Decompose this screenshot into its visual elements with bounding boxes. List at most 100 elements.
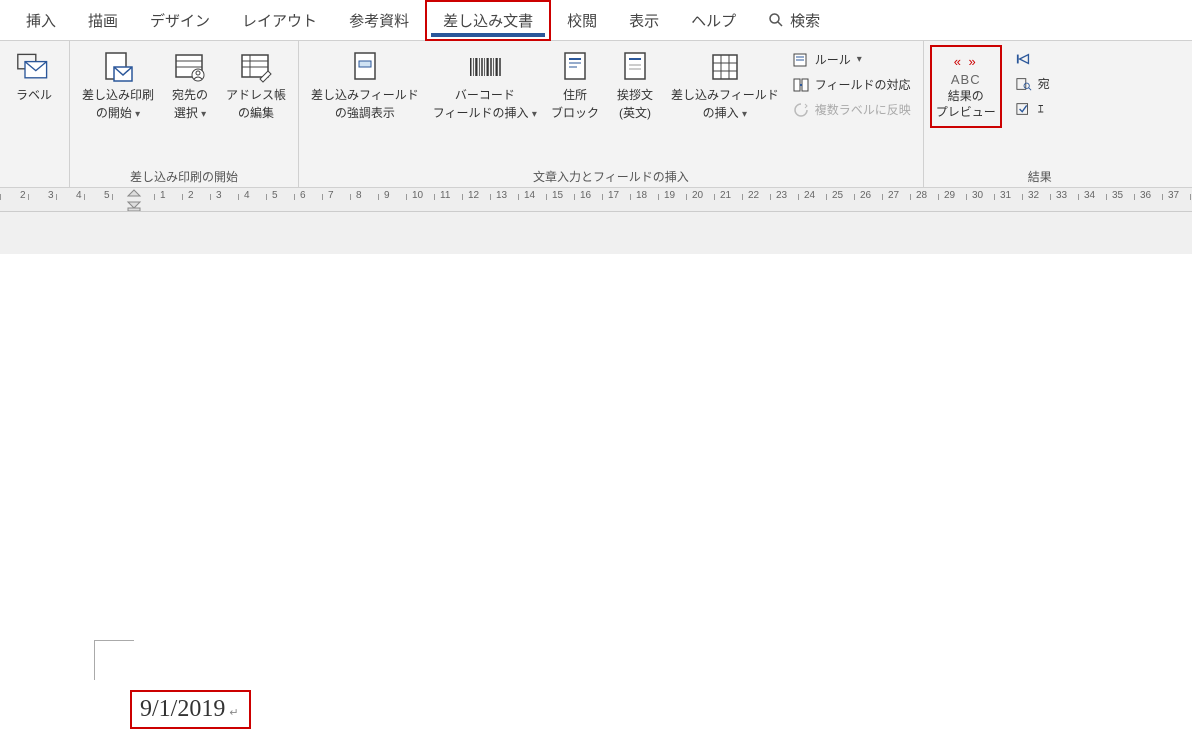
- group-write-label: 文章入力とフィールドの挿入: [305, 166, 917, 185]
- ruler-tick: 20: [692, 190, 703, 201]
- address-block-label-l2: ブロック: [551, 105, 599, 121]
- ruler-tick: 16: [580, 190, 591, 201]
- match-fields-icon: [793, 77, 809, 93]
- edit-recipients-label-l2: の編集: [238, 105, 274, 121]
- barcode-icon: [467, 49, 503, 85]
- highlight-merge-fields-button[interactable]: 差し込みフィールド の強調表示: [305, 45, 425, 125]
- search-button[interactable]: 検索: [752, 2, 836, 39]
- tab-review[interactable]: 校閲: [551, 2, 613, 39]
- preview-abc-label: ABC: [951, 71, 981, 89]
- ruler-tick: 24: [804, 190, 815, 201]
- tab-draw[interactable]: 描画: [72, 2, 134, 39]
- find-recipient-label: 宛: [1038, 75, 1050, 92]
- ruler-tick: 7: [328, 190, 334, 201]
- ruler-tick: 15: [552, 190, 563, 201]
- select-recipients-icon: [172, 49, 208, 85]
- select-recipients-button[interactable]: 宛先の 選択 ▾: [162, 45, 218, 126]
- tab-layout[interactable]: レイアウト: [226, 2, 333, 39]
- ribbon: ラベル 差し込み印刷 の開始 ▾ 宛先の 選択 ▾: [0, 40, 1192, 188]
- tab-design[interactable]: デザイン: [134, 2, 226, 39]
- tab-view[interactable]: 表示: [613, 2, 675, 39]
- search-icon: [768, 12, 784, 28]
- ruler-tick: 32: [1028, 190, 1039, 201]
- preview-label-l1: 結果の: [948, 88, 984, 104]
- address-block-label-l1: 住所: [563, 87, 587, 103]
- edit-recipients-button[interactable]: アドレス帳 の編集: [220, 45, 292, 125]
- ruler-tick: 26: [860, 190, 871, 201]
- labels-button[interactable]: ラベル: [6, 45, 62, 107]
- start-mail-merge-label-l2: の開始: [96, 106, 132, 120]
- group-start-label: 差し込み印刷の開始: [76, 166, 292, 185]
- preview-chevrons-icon: « »: [954, 53, 978, 71]
- preview-results-button[interactable]: « » ABC 結果の プレビュー: [930, 45, 1002, 128]
- address-block-button[interactable]: 住所 ブロック: [545, 45, 605, 125]
- ruler-tick: 28: [916, 190, 927, 201]
- ruler-tick: 1: [160, 190, 166, 201]
- ruler-tick: 4: [76, 190, 82, 201]
- select-recipients-label-l1: 宛先の: [172, 87, 208, 103]
- chevron-down-icon: ▾: [201, 109, 206, 120]
- ruler-tick: 8: [356, 190, 362, 201]
- edit-recipients-icon: [238, 49, 274, 85]
- ruler-tick: 23: [776, 190, 787, 201]
- ruler-tick: 12: [468, 190, 479, 201]
- rules-icon: [793, 52, 809, 68]
- group-create-label: [6, 169, 63, 185]
- insert-merge-field-button[interactable]: 差し込みフィールド の挿入 ▾: [665, 45, 785, 126]
- ribbon-group-write-insert: 差し込みフィールド の強調表示 バーコード フィールドの挿入 ▾: [299, 41, 924, 187]
- highlight-merge-fields-label-l2: の強調表示: [335, 105, 395, 121]
- ruler-tick: 27: [888, 190, 899, 201]
- ruler-tick: 11: [440, 190, 450, 201]
- start-mail-merge-button[interactable]: 差し込み印刷 の開始 ▾: [76, 45, 160, 126]
- insert-merge-field-icon: [707, 49, 743, 85]
- document-canvas[interactable]: 9/1/2019 ↵: [0, 212, 1192, 753]
- tab-mailings[interactable]: 差し込み文書: [425, 0, 551, 41]
- greeting-line-label-l1: 挨拶文: [617, 87, 653, 103]
- start-mail-merge-label-l1: 差し込み印刷: [82, 87, 154, 103]
- indent-marker-icon[interactable]: [126, 188, 142, 212]
- tab-help[interactable]: ヘルプ: [675, 2, 752, 39]
- ruler-tick: 17: [608, 190, 619, 201]
- check-errors-button[interactable]: ｴ: [1012, 98, 1054, 119]
- barcode-field-button[interactable]: バーコード フィールドの挿入 ▾: [427, 45, 543, 126]
- ribbon-group-preview: « » ABC 結果の プレビュー 宛: [924, 41, 1062, 187]
- greeting-line-icon: [617, 49, 653, 85]
- first-record-icon: [1016, 51, 1032, 67]
- ruler-tick: 37: [1168, 190, 1179, 201]
- insert-merge-field-label-l1: 差し込みフィールド: [671, 87, 779, 103]
- ruler-tick: 4: [244, 190, 250, 201]
- ruler-tick: 25: [832, 190, 843, 201]
- tab-insert[interactable]: 挿入: [10, 2, 72, 39]
- update-labels-button: 複数ラベルに反映: [789, 99, 915, 120]
- chevron-down-icon: ▾: [742, 109, 747, 120]
- check-errors-icon: [1016, 101, 1032, 117]
- ribbon-group-start-merge: 差し込み印刷 の開始 ▾ 宛先の 選択 ▾ アドレス帳 の編集 差し込み印刷の開…: [70, 41, 299, 187]
- match-fields-label: フィールドの対応: [815, 76, 911, 93]
- ruler-tick: 22: [748, 190, 759, 201]
- match-fields-button[interactable]: フィールドの対応: [789, 74, 915, 95]
- chevron-down-icon: ▾: [532, 109, 537, 120]
- ruler-tick: 5: [272, 190, 278, 201]
- find-recipient-button[interactable]: 宛: [1012, 73, 1054, 94]
- rules-label: ルール: [815, 51, 851, 68]
- ruler-tick: 5: [104, 190, 110, 201]
- preview-label-l2: プレビュー: [936, 104, 996, 120]
- ruler-tick: 9: [384, 190, 390, 201]
- horizontal-ruler[interactable]: 5432112345678910111213141516171819202122…: [0, 188, 1192, 212]
- chevron-down-icon: ▾: [135, 109, 140, 120]
- check-errors-label: ｴ: [1038, 100, 1044, 117]
- document-page: [0, 254, 1192, 753]
- highlight-merge-fields-label-l1: 差し込みフィールド: [311, 87, 419, 103]
- tab-references[interactable]: 参考資料: [333, 2, 425, 39]
- rules-button[interactable]: ルール ▾: [789, 49, 915, 70]
- ruler-tick: 19: [664, 190, 675, 201]
- merge-field-date[interactable]: 9/1/2019 ↵: [130, 690, 251, 729]
- ruler-tick: 3: [216, 190, 222, 201]
- first-record-button[interactable]: [1012, 49, 1054, 69]
- insert-merge-field-label-l2: の挿入: [703, 106, 739, 120]
- labels-icon: [16, 49, 52, 85]
- greeting-line-button[interactable]: 挨拶文 (英文): [607, 45, 663, 125]
- ruler-tick: 18: [636, 190, 647, 201]
- ruler-tick: 13: [496, 190, 507, 201]
- greeting-line-label-l2: (英文): [619, 105, 651, 121]
